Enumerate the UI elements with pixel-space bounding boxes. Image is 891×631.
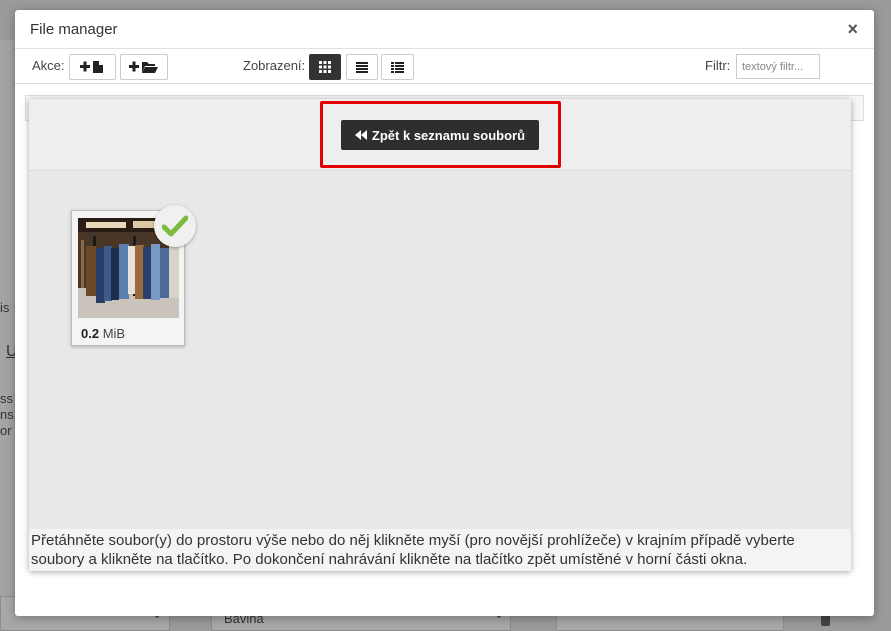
details-list-icon (391, 61, 404, 73)
modal-title: File manager (30, 21, 118, 38)
list-icon (356, 61, 368, 73)
file-size: 0.2 MiB (81, 326, 125, 341)
filter-input[interactable] (736, 54, 820, 79)
back-to-file-list-button[interactable]: Zpět k seznamu souborů (341, 120, 539, 150)
background-text: ss (0, 391, 13, 406)
background-text: ns (0, 407, 14, 422)
add-folder-button[interactable] (120, 54, 168, 80)
grid-icon (319, 61, 331, 73)
background-left-strip (0, 40, 14, 596)
upload-panel[interactable]: Zpět k seznamu souborů 0.2 MiB Přetáhnět… (29, 99, 851, 571)
toolbar: Akce: Zobrazení: Filtr: textový filtr... (15, 49, 874, 84)
view-details-button[interactable] (381, 54, 414, 80)
close-icon[interactable]: × (847, 19, 858, 40)
file-manager-modal: File manager × Akce: Zobrazení: Filtr: t… (15, 10, 874, 616)
view-list-button[interactable] (346, 54, 378, 80)
view-label: Zobrazení: (243, 58, 306, 73)
file-size-value: 0.2 (81, 326, 100, 341)
upload-panel-header: Zpět k seznamu souborů (29, 99, 851, 171)
upload-help-text: Přetáhněte soubor(y) do prostoru výše ne… (29, 529, 851, 571)
double-chevron-left-icon (354, 130, 367, 140)
file-size-unit: MiB (102, 326, 126, 341)
back-button-label: Zpět k seznamu souborů (371, 127, 526, 143)
background-text: is (0, 300, 10, 315)
modal-header: File manager × (15, 10, 874, 49)
filter-label: Filtr: (705, 58, 731, 73)
plus-file-icon (79, 61, 103, 73)
plus-folder-icon (129, 61, 158, 73)
actions-label: Akce: (32, 58, 65, 73)
add-file-button[interactable] (69, 54, 116, 80)
background-text: or (0, 423, 12, 438)
file-thumbnail[interactable]: 0.2 MiB (71, 205, 196, 346)
selected-check-icon (154, 205, 196, 247)
view-grid-button[interactable] (309, 54, 341, 80)
